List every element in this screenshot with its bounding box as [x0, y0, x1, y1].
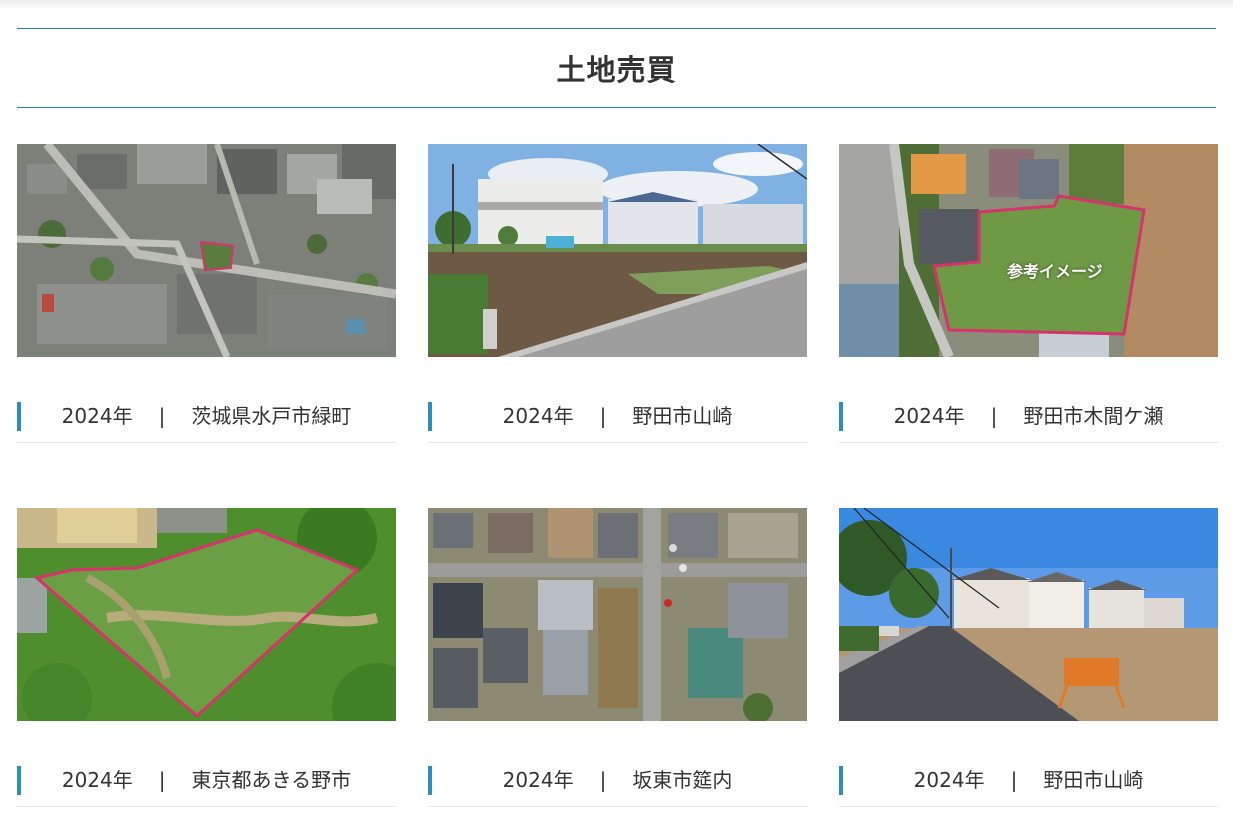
- caption-year: 2024年: [502, 404, 574, 428]
- caption-text: 2024年 | 野田市山崎: [428, 400, 807, 432]
- caption-separator: |: [599, 404, 607, 428]
- caption-accent-bar: [839, 402, 843, 431]
- reference-image-label: 参考イメージ: [1007, 262, 1103, 281]
- caption-text: 2024年 | 野田市木間ケ瀬: [839, 400, 1218, 432]
- property-caption: 2024年 | 東京都あきる野市: [17, 764, 396, 807]
- property-card[interactable]: 2024年 | 坂東市筵内: [428, 508, 807, 808]
- caption-separator: |: [158, 404, 166, 428]
- property-caption: 2024年 | 野田市木間ケ瀬: [839, 400, 1218, 443]
- caption-year: 2024年: [502, 768, 574, 792]
- property-photo-street-houses[interactable]: [839, 508, 1218, 721]
- property-photo-aerial-field[interactable]: 参考イメージ: [839, 144, 1218, 357]
- caption-text: 2024年 | 東京都あきる野市: [17, 764, 396, 796]
- property-caption: 2024年 | 坂東市筵内: [428, 764, 807, 807]
- caption-separator: |: [158, 768, 166, 792]
- caption-accent-bar: [17, 402, 21, 431]
- property-photo-street-lot[interactable]: [428, 144, 807, 357]
- caption-location: 坂東市筵内: [632, 768, 733, 792]
- property-caption: 2024年 | 野田市山崎: [428, 400, 807, 443]
- property-caption: 2024年 | 茨城県水戸市緑町: [17, 400, 396, 443]
- property-card[interactable]: 2024年 | 東京都あきる野市: [17, 508, 396, 808]
- caption-text: 2024年 | 坂東市筵内: [428, 764, 807, 796]
- caption-separator: |: [599, 768, 607, 792]
- caption-text: 2024年 | 野田市山崎: [839, 764, 1218, 796]
- section-header: 土地売買: [17, 28, 1216, 108]
- caption-year: 2024年: [893, 404, 965, 428]
- caption-location: 野田市木間ケ瀬: [1023, 404, 1164, 428]
- top-shadow: [0, 0, 1233, 10]
- property-photo-aerial-overgrown[interactable]: [17, 508, 396, 721]
- caption-location: 茨城県水戸市緑町: [191, 404, 352, 428]
- property-card[interactable]: 参考イメージ 2024年 | 野田市木間ケ瀬: [839, 144, 1218, 444]
- caption-year: 2024年: [913, 768, 985, 792]
- property-photo-aerial-neighborhood[interactable]: [17, 144, 396, 357]
- caption-location: 野田市山崎: [1043, 768, 1144, 792]
- caption-accent-bar: [17, 766, 21, 795]
- property-photo-aerial-houses[interactable]: [428, 508, 807, 721]
- property-caption: 2024年 | 野田市山崎: [839, 764, 1218, 807]
- caption-year: 2024年: [61, 404, 133, 428]
- property-card[interactable]: 2024年 | 茨城県水戸市緑町: [17, 144, 396, 444]
- caption-separator: |: [990, 404, 998, 428]
- caption-accent-bar: [839, 766, 843, 795]
- caption-text: 2024年 | 茨城県水戸市緑町: [17, 400, 396, 432]
- property-card[interactable]: 2024年 | 野田市山崎: [839, 508, 1218, 808]
- caption-year: 2024年: [61, 768, 133, 792]
- property-card[interactable]: 2024年 | 野田市山崎: [428, 144, 807, 444]
- caption-separator: |: [1010, 768, 1018, 792]
- caption-location: 野田市山崎: [632, 404, 733, 428]
- section-title: 土地売買: [556, 53, 677, 87]
- caption-accent-bar: [428, 402, 432, 431]
- caption-accent-bar: [428, 766, 432, 795]
- caption-location: 東京都あきる野市: [191, 768, 352, 792]
- property-grid: 2024年 | 茨城県水戸市緑町 2024年 | 野田市山崎 参考イメージ 20…: [17, 144, 1218, 808]
